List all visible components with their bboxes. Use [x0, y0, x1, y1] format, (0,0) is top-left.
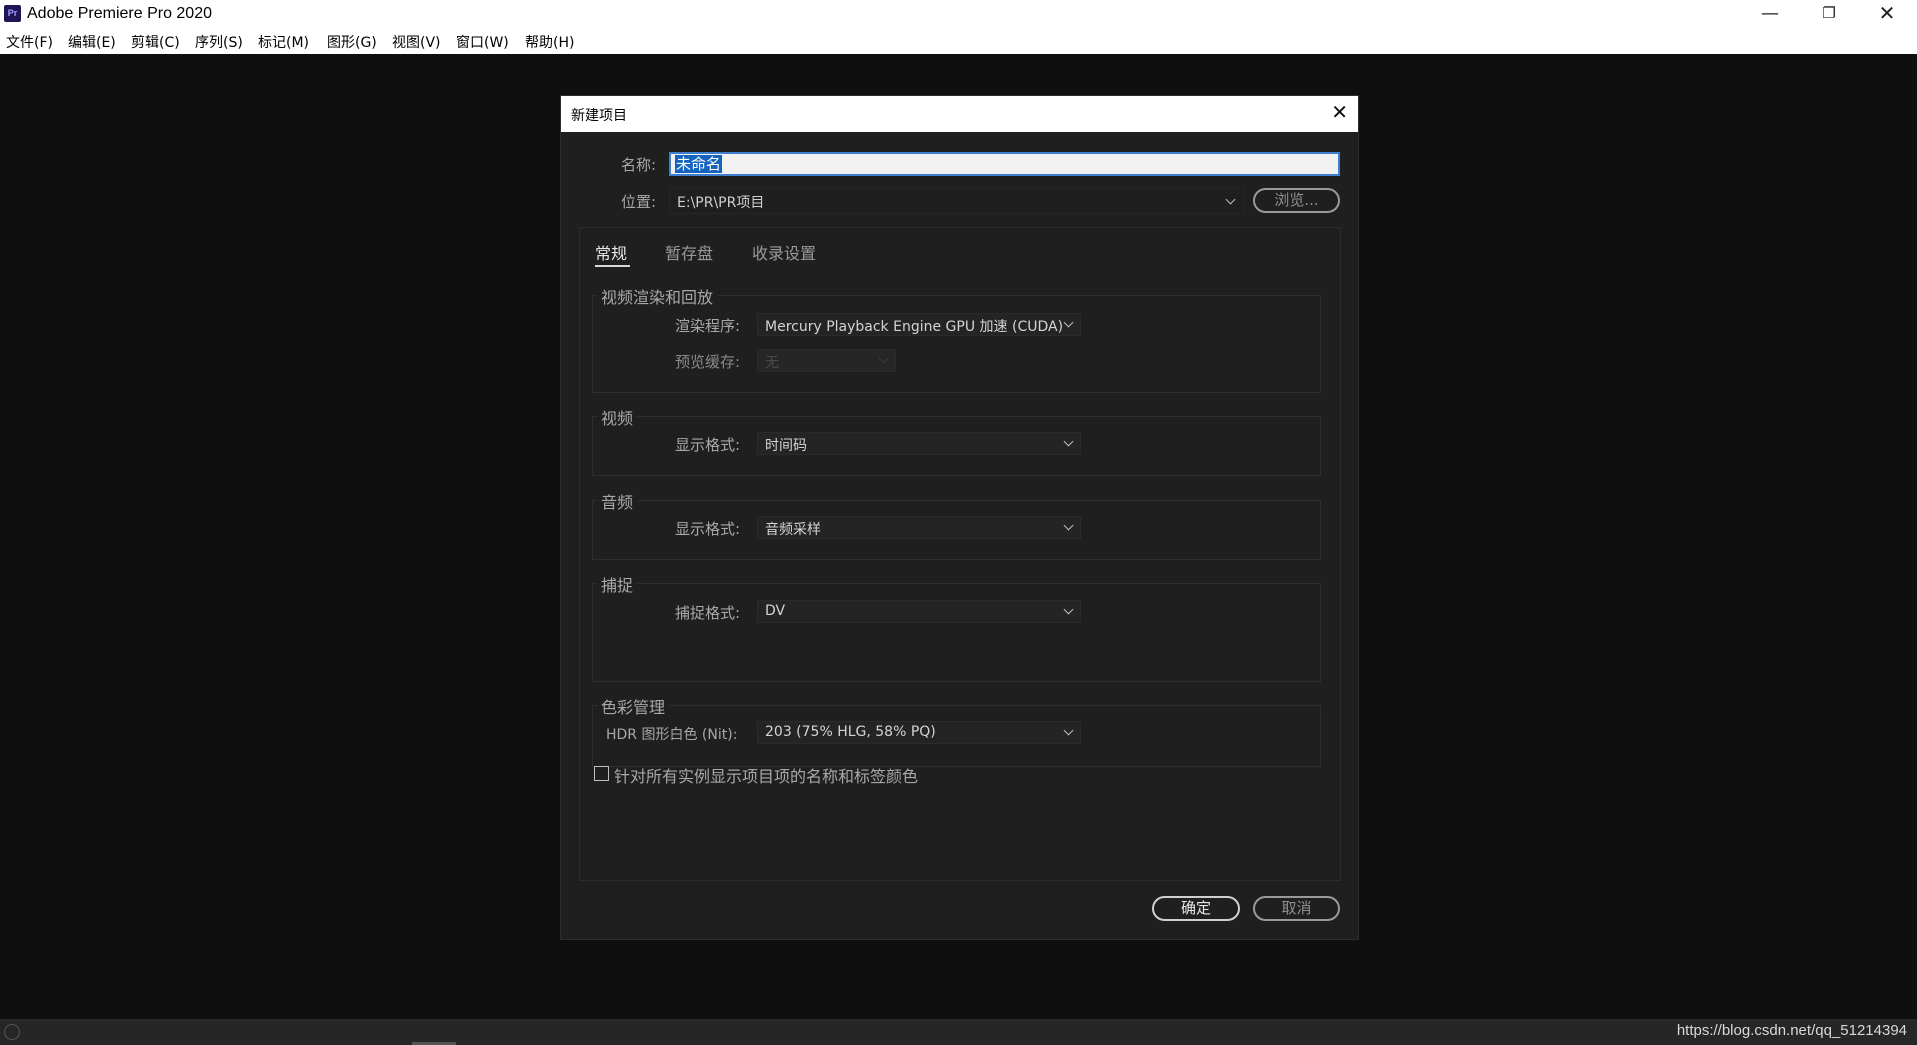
- show-labels-checkbox[interactable]: [594, 766, 609, 781]
- chevron-down-icon: [1063, 520, 1074, 531]
- show-labels-checkbox-label: 针对所有实例显示项目项的名称和标签颜色: [614, 767, 919, 786]
- chevron-down-icon: [1063, 604, 1074, 615]
- color-group-title: 色彩管理: [597, 694, 670, 718]
- chevron-down-icon: [1063, 725, 1074, 736]
- capture-format-label: 捕捉格式:: [675, 604, 741, 622]
- chevron-down-icon: [1063, 436, 1074, 447]
- location-value: E:\PR\PR项目: [677, 195, 765, 211]
- menu-bar: 文件(F) 编辑(E) 剪辑(C) 序列(S) 标记(M) 图形(G) 视图(V…: [0, 29, 1917, 54]
- hdr-white-label: HDR 图形白色 (Nit):: [606, 727, 738, 743]
- audio-group-title: 音频: [597, 489, 638, 513]
- dialog-title-bar: 新建项目 ✕: [561, 96, 1358, 132]
- dialog-close-icon[interactable]: ✕: [1331, 100, 1348, 124]
- project-name-value: 未命名: [675, 155, 723, 173]
- new-project-dialog: 新建项目 ✕ 名称: 未命名 位置: E:\PR\PR项目 浏览... 常规 暂…: [560, 95, 1359, 940]
- hdr-white-value: 203 (75% HLG, 58% PQ): [765, 724, 936, 740]
- tab-ingest-settings[interactable]: 收录设置: [752, 240, 816, 264]
- watermark-text: https://blog.csdn.net/qq_51214394: [1676, 1022, 1907, 1039]
- browse-button[interactable]: 浏览...: [1253, 188, 1340, 213]
- audio-display-format-label: 显示格式:: [675, 520, 741, 538]
- chevron-down-icon: [878, 353, 889, 364]
- video-group-title: 视频: [597, 405, 638, 429]
- preview-cache-label: 预览缓存:: [675, 353, 741, 371]
- minimize-icon[interactable]: —: [1741, 0, 1799, 29]
- renderer-label: 渲染程序:: [675, 317, 741, 335]
- ok-button[interactable]: 确定: [1152, 896, 1240, 921]
- cancel-button[interactable]: 取消: [1253, 896, 1340, 921]
- renderer-value: Mercury Playback Engine GPU 加速 (CUDA): [765, 319, 1064, 335]
- preview-cache-value: 无: [765, 355, 779, 371]
- capture-format-value: DV: [765, 603, 786, 619]
- status-bar: https://blog.csdn.net/qq_51214394: [0, 1019, 1917, 1045]
- menu-markers[interactable]: 标记(M): [258, 32, 309, 52]
- active-tab-indicator: [595, 265, 630, 267]
- menu-edit[interactable]: 编辑(E): [68, 32, 116, 52]
- project-name-input[interactable]: 未命名: [669, 152, 1340, 176]
- video-display-format-select[interactable]: 时间码: [757, 432, 1081, 455]
- video-display-format-label: 显示格式:: [675, 436, 741, 454]
- audio-group: 音频 显示格式: 音频采样: [592, 489, 1321, 560]
- menu-window[interactable]: 窗口(W): [456, 32, 509, 52]
- window-title: Adobe Premiere Pro 2020: [27, 5, 212, 22]
- status-icon: [4, 1024, 20, 1040]
- menu-graphics[interactable]: 图形(G): [327, 32, 377, 52]
- name-label: 名称:: [621, 156, 657, 174]
- title-bar: Pr Adobe Premiere Pro 2020 — ❐ ✕: [0, 0, 1917, 29]
- location-dropdown[interactable]: E:\PR\PR项目: [669, 188, 1245, 214]
- chevron-down-icon: [1225, 194, 1236, 205]
- hdr-white-select[interactable]: 203 (75% HLG, 58% PQ): [757, 721, 1081, 744]
- capture-format-select[interactable]: DV: [757, 600, 1081, 623]
- chevron-down-icon: [1063, 317, 1074, 328]
- restore-icon[interactable]: ❐: [1800, 0, 1858, 29]
- close-window-icon[interactable]: ✕: [1858, 0, 1916, 29]
- menu-help[interactable]: 帮助(H): [525, 32, 574, 52]
- audio-display-format-select[interactable]: 音频采样: [757, 516, 1081, 539]
- color-management-group: 色彩管理 HDR 图形白色 (Nit): 203 (75% HLG, 58% P…: [592, 694, 1321, 767]
- menu-file[interactable]: 文件(F): [6, 32, 53, 52]
- renderer-select[interactable]: Mercury Playback Engine GPU 加速 (CUDA): [757, 313, 1081, 336]
- tab-general[interactable]: 常规: [595, 240, 627, 264]
- tab-scratch-disks[interactable]: 暂存盘: [665, 240, 713, 264]
- menu-clip[interactable]: 剪辑(C): [131, 32, 180, 52]
- video-display-format-value: 时间码: [765, 438, 807, 454]
- capture-group-title: 捕捉: [597, 572, 638, 596]
- audio-display-format-value: 音频采样: [765, 522, 821, 538]
- menu-sequence[interactable]: 序列(S): [195, 32, 243, 52]
- render-group-title: 视频渲染和回放: [597, 284, 718, 308]
- video-group: 视频 显示格式: 时间码: [592, 405, 1321, 476]
- capture-group: 捕捉 捕捉格式: DV: [592, 572, 1321, 682]
- preview-cache-select: 无: [757, 349, 896, 372]
- premiere-app-icon: Pr: [4, 5, 21, 22]
- dialog-title: 新建项目: [571, 108, 627, 124]
- menu-view[interactable]: 视图(V): [392, 32, 441, 52]
- render-group: 视频渲染和回放 渲染程序: Mercury Playback Engine GP…: [592, 284, 1321, 393]
- location-label: 位置:: [621, 193, 657, 211]
